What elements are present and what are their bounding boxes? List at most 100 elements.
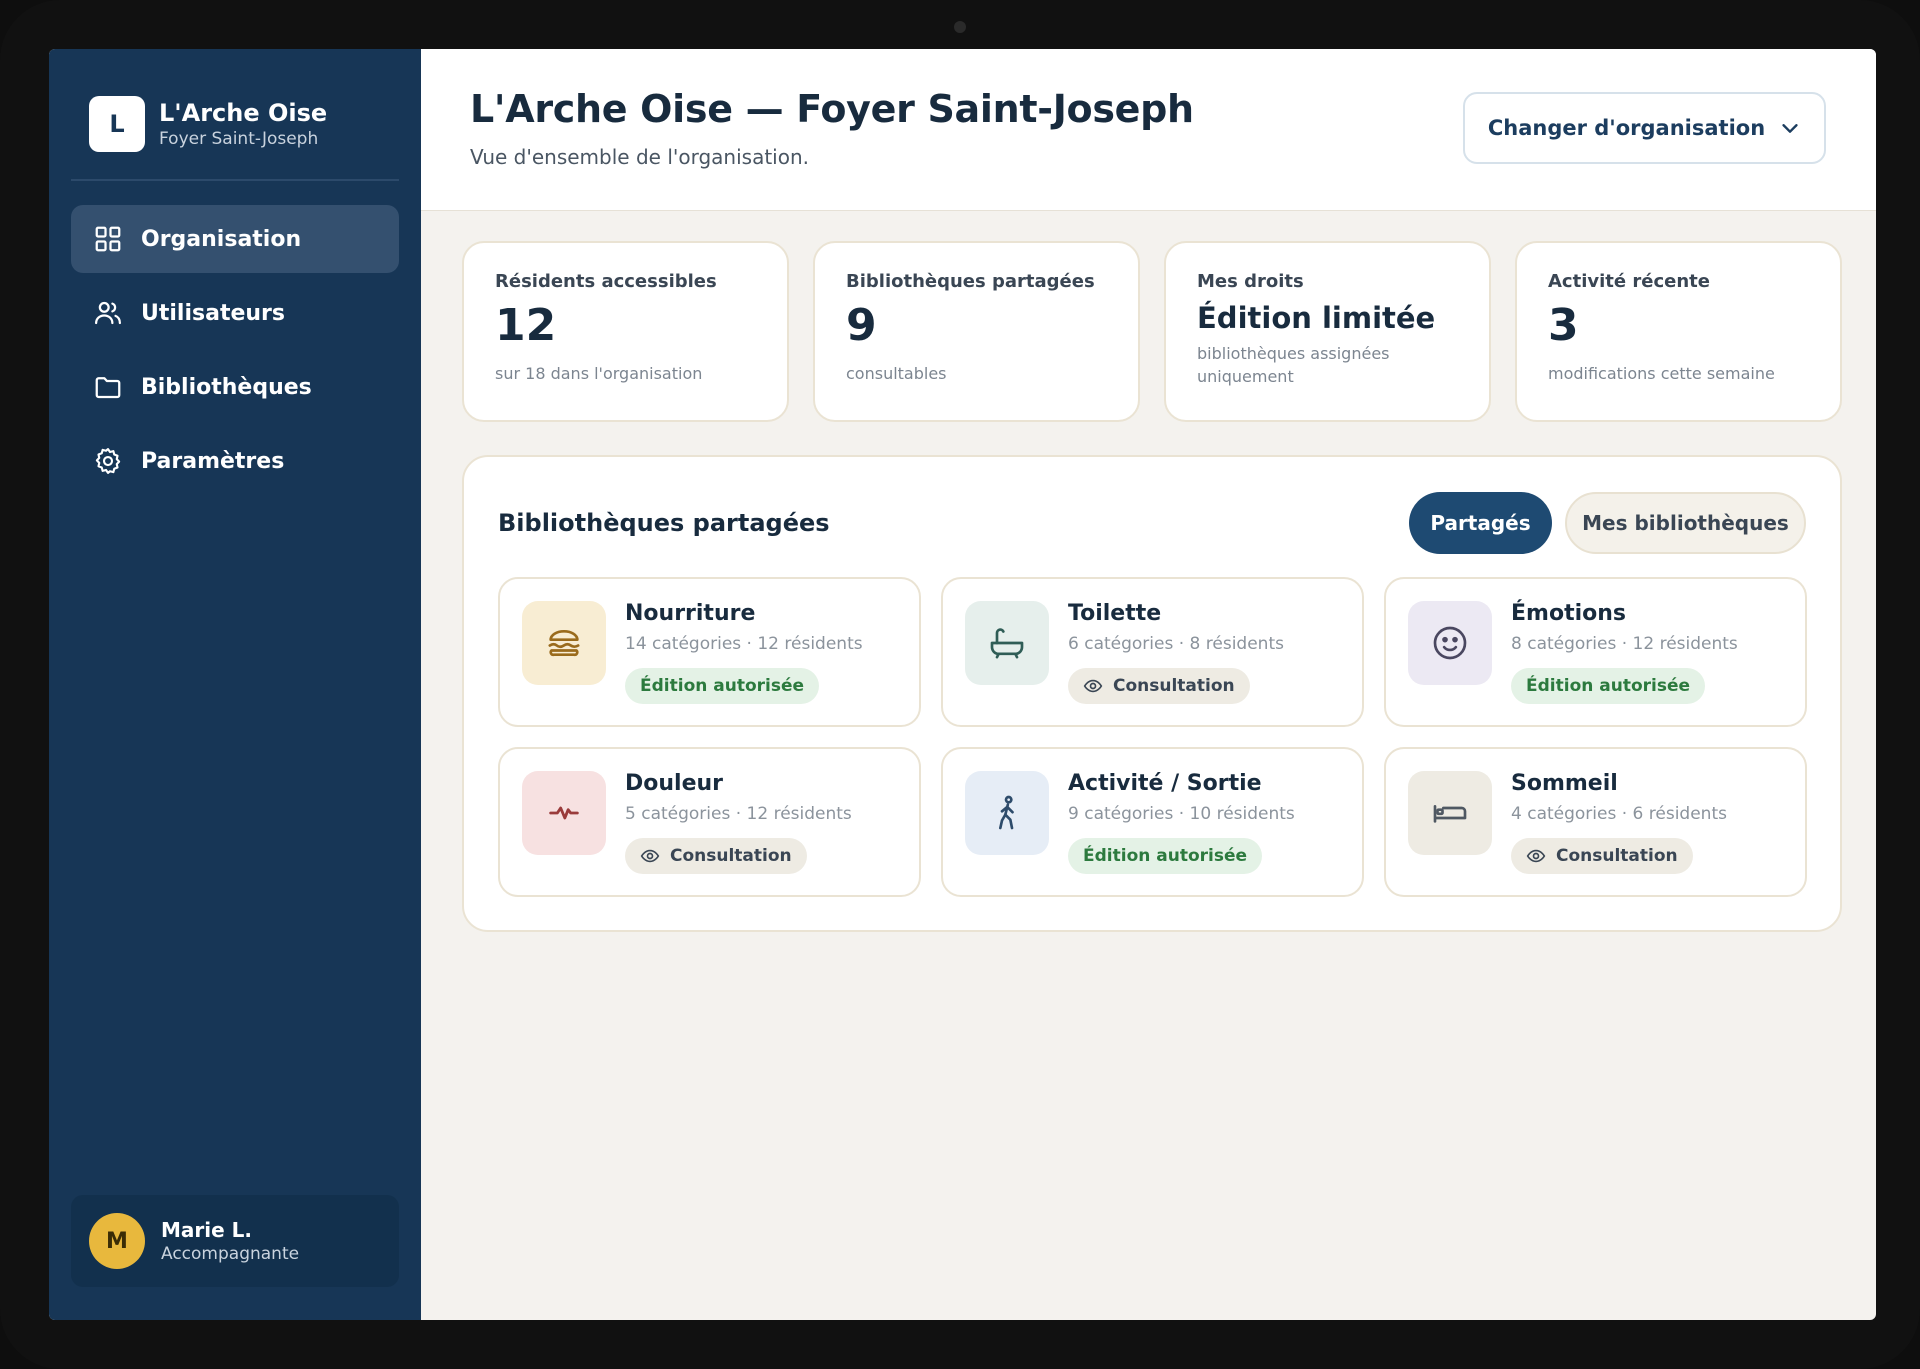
change-organisation-label: Changer d'organisation (1487, 116, 1766, 140)
library-meta: 8 catégories · 12 résidents (1511, 634, 1738, 654)
smiley-icon (1433, 626, 1467, 660)
stat-card-residents: Résidents accessibles 12 sur 18 dans l'o… (462, 241, 789, 422)
eye-icon (640, 849, 660, 863)
tab-partages[interactable]: Partagés (1409, 492, 1552, 554)
library-icon-tile (522, 601, 606, 685)
sidebar-item-label: Organisation (141, 226, 302, 252)
access-label: Édition autorisée (1526, 676, 1691, 696)
tab-mes-bibliotheques[interactable]: Mes bibliothèques (1565, 492, 1806, 554)
stats-row: Résidents accessibles 12 sur 18 dans l'o… (462, 241, 1842, 422)
access-label: Édition autorisée (1083, 846, 1248, 866)
library-name: Nourriture (625, 601, 756, 626)
library-meta: 4 catégories · 6 résidents (1511, 804, 1727, 824)
stat-hint: bibliothèques assignées uniquement (1197, 344, 1390, 386)
stat-card-bibliotheques: Bibliothèques partagées 9 consultables (813, 241, 1140, 422)
pulse-icon (549, 806, 579, 820)
library-grid: Nourriture 14 catégories · 12 résidents … (498, 577, 1810, 897)
library-name: Toilette (1068, 601, 1162, 626)
user-card[interactable]: M Marie L. Accompagnante (71, 1195, 399, 1287)
library-filter-tabs: Partagés Mes bibliothèques (1409, 492, 1806, 554)
tablet-frame: L L'Arche Oise Foyer Saint-Joseph Organi… (0, 0, 1920, 1369)
sidebar-nav: Organisation Utilisateurs Bibliothèques … (71, 205, 399, 501)
chevron-down-icon (1782, 124, 1798, 133)
access-label: Édition autorisée (640, 676, 805, 696)
access-badge: Édition autorisée (1068, 838, 1263, 874)
gear-icon (95, 448, 121, 474)
user-name: Marie L. (161, 1218, 252, 1242)
stat-card-activite: Activité récente 3 modifications cette s… (1515, 241, 1842, 422)
library-card[interactable]: Sommeil 4 catégories · 6 résidents Consu… (1384, 747, 1807, 897)
sidebar: L L'Arche Oise Foyer Saint-Joseph Organi… (49, 49, 421, 1320)
camera-dot (954, 21, 966, 33)
stat-value: 3 (1548, 300, 1579, 351)
access-badge: Édition autorisée (1511, 668, 1706, 704)
stat-label: Résidents accessibles (495, 271, 717, 292)
user-role: Accompagnante (161, 1244, 300, 1264)
library-meta: 6 catégories · 8 résidents (1068, 634, 1284, 654)
access-label: Consultation (670, 846, 792, 866)
bed-icon (1433, 805, 1467, 823)
library-card[interactable]: Douleur 5 catégories · 12 résidents Cons… (498, 747, 921, 897)
app-screen: L L'Arche Oise Foyer Saint-Joseph Organi… (49, 49, 1876, 1320)
library-name: Sommeil (1511, 771, 1618, 796)
brand[interactable]: L L'Arche Oise Foyer Saint-Joseph (89, 96, 327, 152)
library-icon-tile (965, 771, 1049, 855)
users-icon (95, 301, 121, 325)
library-icon-tile (1408, 771, 1492, 855)
access-label: Consultation (1113, 676, 1235, 696)
panel-title: Bibliothèques partagées (498, 509, 830, 537)
page-header: L'Arche Oise — Foyer Saint-Joseph Vue d'… (421, 49, 1876, 211)
library-icon-tile (1408, 601, 1492, 685)
bathtub-icon (990, 628, 1024, 659)
stat-label: Mes droits (1197, 271, 1304, 292)
stat-hint: sur 18 dans l'organisation (495, 364, 703, 383)
shared-libraries-panel: Bibliothèques partagées Partagés Mes bib… (462, 455, 1842, 932)
library-meta: 5 catégories · 12 résidents (625, 804, 852, 824)
library-name: Douleur (625, 771, 724, 796)
brand-logo: L (89, 96, 145, 152)
sidebar-item-label: Utilisateurs (141, 300, 285, 326)
library-name: Émotions (1511, 601, 1626, 626)
page-title: L'Arche Oise — Foyer Saint-Joseph (470, 87, 1194, 131)
sidebar-item-utilisateurs[interactable]: Utilisateurs (71, 279, 399, 347)
library-card[interactable]: Activité / Sortie 9 catégories · 10 rési… (941, 747, 1364, 897)
stat-label: Bibliothèques partagées (846, 271, 1095, 292)
library-meta: 14 catégories · 12 résidents (625, 634, 863, 654)
library-meta: 9 catégories · 10 résidents (1068, 804, 1295, 824)
library-card[interactable]: Toilette 6 catégories · 8 résidents Cons… (941, 577, 1364, 727)
main-content: L'Arche Oise — Foyer Saint-Joseph Vue d'… (421, 49, 1876, 1320)
folder-icon (95, 377, 121, 399)
brand-subtitle: Foyer Saint-Joseph (159, 129, 319, 149)
sidebar-item-label: Paramètres (141, 448, 285, 474)
sidebar-item-label: Bibliothèques (141, 374, 312, 400)
divider (71, 179, 399, 181)
library-icon-tile (965, 601, 1049, 685)
access-badge: Consultation (625, 838, 807, 874)
library-name: Activité / Sortie (1068, 771, 1262, 796)
change-organisation-button[interactable]: Changer d'organisation (1463, 92, 1826, 164)
library-card[interactable]: Émotions 8 catégories · 12 résidents Édi… (1384, 577, 1807, 727)
stat-value: 9 (846, 300, 877, 351)
access-badge: Consultation (1068, 668, 1250, 704)
access-label: Consultation (1556, 846, 1678, 866)
brand-title: L'Arche Oise (159, 99, 328, 127)
library-card[interactable]: Nourriture 14 catégories · 12 résidents … (498, 577, 921, 727)
stat-value: Édition limitée (1197, 301, 1436, 335)
burger-icon (548, 630, 580, 657)
stat-hint: consultables (846, 364, 947, 383)
stat-label: Activité récente (1548, 271, 1710, 292)
access-badge: Édition autorisée (625, 668, 820, 704)
stat-hint: modifications cette semaine (1548, 364, 1775, 383)
library-icon-tile (522, 771, 606, 855)
eye-icon (1526, 849, 1546, 863)
eye-icon (1083, 679, 1103, 693)
access-badge: Consultation (1511, 838, 1693, 874)
sidebar-item-bibliotheques[interactable]: Bibliothèques (71, 353, 399, 421)
grid-icon (95, 226, 121, 252)
avatar: M (89, 1213, 145, 1269)
sidebar-item-parametres[interactable]: Paramètres (71, 427, 399, 495)
stat-card-droits: Mes droits Édition limitée bibliothèques… (1164, 241, 1491, 422)
stat-value: 12 (495, 300, 557, 351)
walking-icon (999, 795, 1014, 830)
sidebar-item-organisation[interactable]: Organisation (71, 205, 399, 273)
